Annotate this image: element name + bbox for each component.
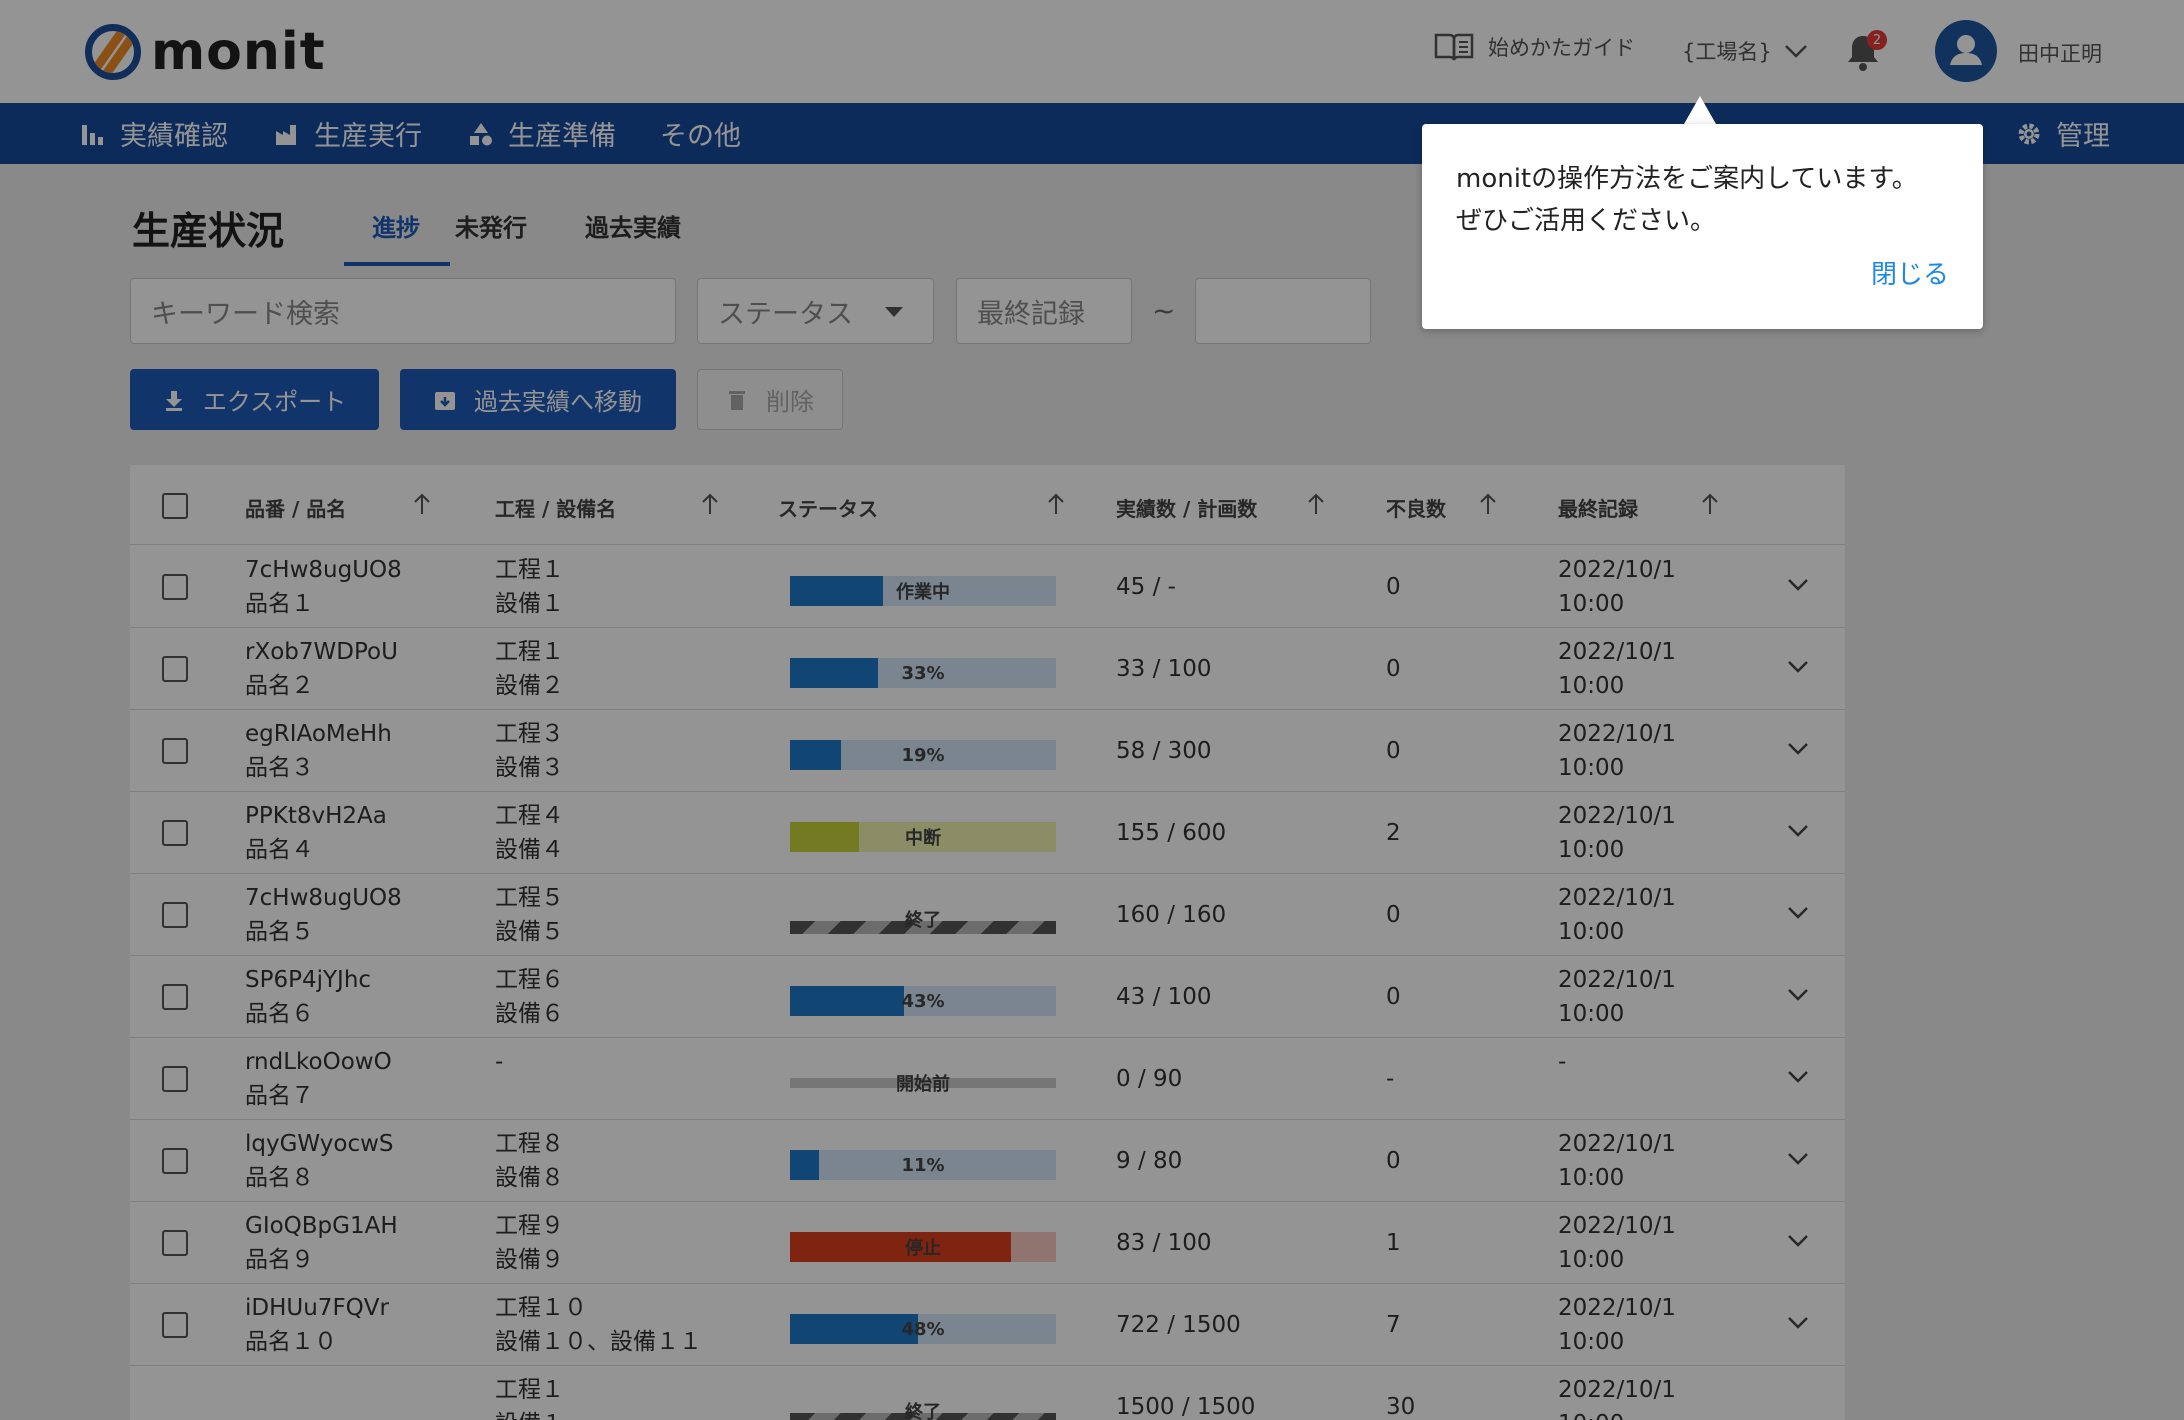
popover-line-2: ぜひご活用ください。 [1456,206,1717,236]
popover-close-button[interactable]: 閉じる [1871,254,1949,291]
popover-message: monitの操作方法をご案内しています。 ぜひご活用ください。 [1456,158,1918,242]
popover-line-1: monitの操作方法をご案内しています。 [1456,164,1918,194]
guide-popover: monitの操作方法をご案内しています。 ぜひご活用ください。 閉じる [1422,124,1983,329]
popover-arrow [1684,96,1716,124]
